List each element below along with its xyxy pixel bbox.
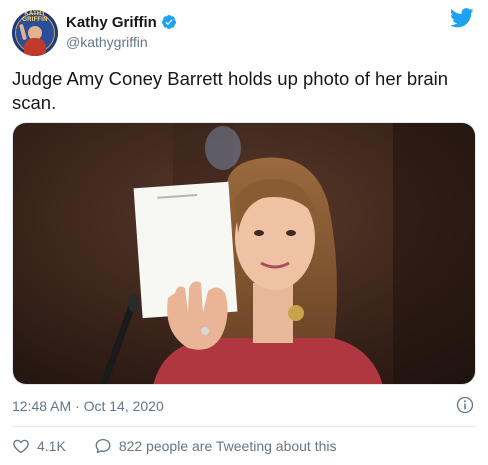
tweet-card: KATHY GRIFFIN Kathy Griffin @kathygriffi… [0,0,488,465]
verified-badge-icon [161,15,176,29]
tweet-photo[interactable] [12,122,476,385]
speech-bubble-icon [95,438,111,454]
author-handle[interactable]: @kathygriffin [66,34,148,50]
avatar[interactable]: KATHY GRIFFIN [12,10,58,56]
conversation-link[interactable]: 822 people are Tweeting about this [94,437,337,455]
like-count: 4.1K [37,438,66,454]
tweet-text: Judge Amy Coney Barrett holds up photo o… [12,68,449,113]
avatar-figure-body [24,38,46,56]
heart-icon [13,439,29,454]
twitter-bird-icon[interactable] [450,8,474,28]
tweet-actions: 4.1K 822 people are Tweeting about this [12,436,337,456]
like-button[interactable]: 4.1K [12,437,66,455]
author-name-row[interactable]: Kathy Griffin [66,12,177,32]
avatar-seal-text: KATHY GRIFFIN [22,11,48,23]
author-display-name[interactable]: Kathy Griffin [66,14,157,31]
info-icon[interactable] [456,396,474,414]
conversation-text: 822 people are Tweeting about this [118,438,337,454]
tweet-timestamp[interactable]: 12:48 AM · Oct 14, 2020 [12,398,164,414]
photo-illustration [13,123,475,384]
divider [12,426,476,427]
